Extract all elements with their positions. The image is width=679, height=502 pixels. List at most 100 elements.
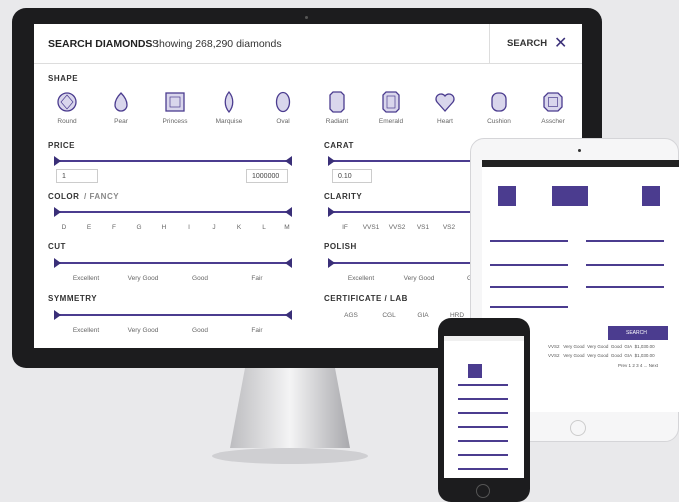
tablet-cell: VVS2 [548,353,560,358]
tablet-cell: Very Good [587,353,609,358]
phone-slider[interactable] [458,384,508,386]
asscher-icon [543,92,563,112]
pager-next[interactable]: Next [649,363,658,368]
tablet-pager[interactable]: Prev 1 2 3 4 ... Next [618,363,658,368]
clarity-min-handle[interactable] [328,207,335,217]
shape-radiant[interactable]: Radiant [312,89,362,129]
phone-home-button[interactable] [476,484,490,498]
pager-prev[interactable]: Prev [618,363,627,368]
tablet-cell: VVS2 [548,344,560,349]
emerald-icon [382,91,400,113]
carat-min-input[interactable]: 0.10 [332,169,372,183]
polish-tick-0: Excellent [347,275,375,282]
shape-pear[interactable]: Pear [96,89,146,129]
shape-asscher[interactable]: Asscher [528,89,578,129]
shape-marquise[interactable]: Marquise [204,89,254,129]
tablet-shape-selected[interactable] [552,186,570,206]
price-slider[interactable] [54,155,292,167]
shape-emerald[interactable]: Emerald [366,89,416,129]
shape-radiant-label: Radiant [325,118,349,125]
close-icon[interactable]: ✕ [554,33,567,53]
pager-page[interactable]: 4 [640,363,643,368]
shape-label: SHAPE [48,74,79,83]
tablet-slider[interactable] [586,286,664,288]
certificate-label: CERTIFICATE / LAB [324,294,408,303]
tablet-cell: $1,030.00 [634,344,655,349]
tablet-shape-selected[interactable] [570,186,588,206]
phone-slider[interactable] [458,398,508,400]
polish-min-handle[interactable] [328,258,335,268]
symmetry-max-handle[interactable] [285,310,292,320]
tablet-search-button[interactable]: SEARCH [608,326,668,340]
price-min-input[interactable]: 1 [56,169,98,183]
shape-marquise-label: Marquise [215,118,243,125]
tablet-shape-selected[interactable] [498,186,516,206]
cut-tick-2: Good [192,275,208,282]
cut-tick-3: Fair [251,275,263,282]
cut-max-handle[interactable] [285,258,292,268]
tablet-shape-selected[interactable] [642,186,660,206]
cut-min-handle[interactable] [54,258,61,268]
tablet-camera [578,149,581,152]
color-slider[interactable] [54,206,292,218]
pager-page[interactable]: 2 [632,363,635,368]
phone-slider[interactable] [458,412,508,414]
fancy-link[interactable]: / FANCY [84,192,119,201]
price-max-input[interactable]: 1000000 [246,169,288,183]
color-min-handle[interactable] [54,207,61,217]
symmetry-label: SYMMETRY [48,294,98,303]
tablet-slider[interactable] [490,240,568,242]
symmetry-tick-1: Very Good [127,327,159,334]
symmetry-slider[interactable] [54,309,292,321]
clarity-slider[interactable] [328,206,488,218]
tablet-cell: GIA [624,353,633,358]
pear-icon [114,92,128,112]
pager-page[interactable]: 3 [636,363,639,368]
tablet-slider[interactable] [490,286,568,288]
shape-oval[interactable]: Oval [258,89,308,129]
polish-slider[interactable] [328,257,488,269]
heart-icon [435,93,455,112]
tablet-slider[interactable] [586,240,664,242]
price-track [58,160,288,162]
polish-label: POLISH [324,242,357,251]
cut-track [58,262,288,264]
cut-label: CUT [48,242,66,251]
symmetry-min-handle[interactable] [54,310,61,320]
cut-slider[interactable] [54,257,292,269]
phone-slider[interactable] [458,440,508,442]
symmetry-tick-2: Good [192,327,208,334]
price-label: PRICE [48,141,75,150]
shape-cushion[interactable]: Cushion [474,89,524,129]
carat-slider[interactable] [328,155,488,167]
shape-heart[interactable]: Heart [420,89,470,129]
price-min-handle[interactable] [54,156,61,166]
shape-princess[interactable]: Princess [150,89,200,129]
color-track [58,211,288,213]
shape-round[interactable]: Round [42,89,92,129]
tablet-cell: Good [610,353,622,358]
tablet-results-row[interactable]: VVS2 Very Good Very Good Good GIA $1,030… [548,353,655,358]
round-icon [57,92,77,112]
symmetry-tick-0: Excellent [72,327,100,334]
price-max-handle[interactable] [285,156,292,166]
phone-slider[interactable] [458,468,508,470]
tablet-slider[interactable] [586,264,664,266]
shape-asscher-label: Asscher [541,118,565,125]
phone-slider[interactable] [458,454,508,456]
tablet-slider[interactable] [490,306,568,308]
carat-track [332,160,488,162]
marquise-icon [224,91,234,113]
phone-shape-selected[interactable] [468,364,482,378]
monitor-stand [212,368,368,464]
carat-min-handle[interactable] [328,156,335,166]
tablet-slider[interactable] [490,264,568,266]
color-max-handle[interactable] [285,207,292,217]
symmetry-tick-3: Fair [251,327,263,334]
pager-page[interactable]: 1 [629,363,632,368]
phone-slider[interactable] [458,426,508,428]
tablet-results-row[interactable]: VVS2 Very Good Very Good Good GIA $1,030… [548,344,655,349]
search-button[interactable]: SEARCH [507,38,547,49]
shape-round-label: Round [57,118,77,125]
tablet-home-button[interactable] [570,420,586,436]
